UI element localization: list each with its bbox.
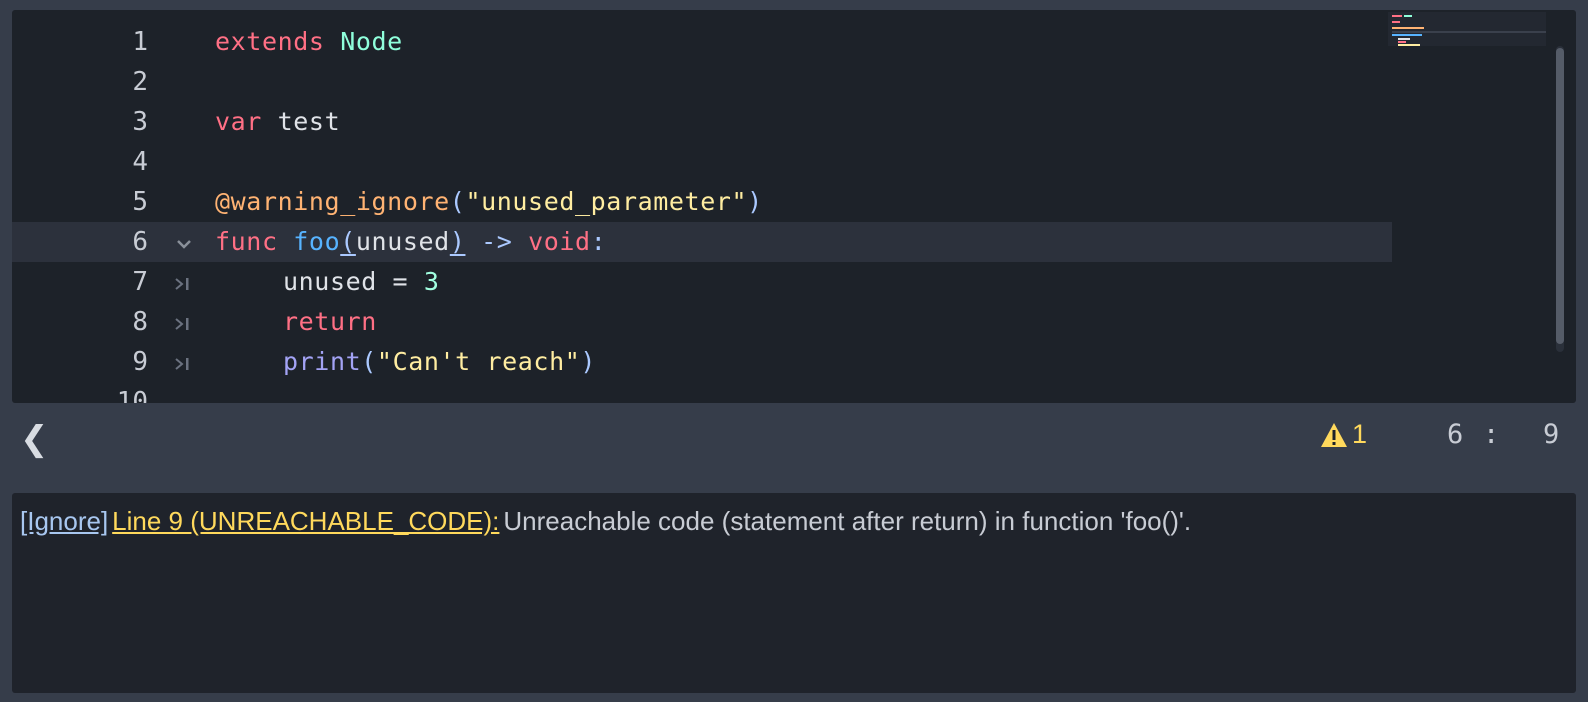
code-text[interactable]: unused = 3 (215, 262, 440, 302)
code-line[interactable]: 9 print("Can't reach") (12, 342, 1576, 382)
line-number: 1 (132, 27, 148, 57)
code-token: extends (215, 27, 325, 56)
code-text[interactable]: var test (215, 102, 340, 142)
code-editor[interactable]: 1 extends Node 2 3 var test 4 5 @warning_ignore… (12, 10, 1576, 403)
warning-message: Unreachable code (statement after return… (503, 506, 1192, 536)
code-token: 3 (423, 267, 440, 296)
tab-indent-icon (172, 302, 196, 342)
warnings-panel: [Ignore] Line 9 (UNREACHABLE_CODE): Unreac… (12, 493, 1576, 693)
line-number: 4 (132, 147, 148, 177)
line-number: 6 (132, 227, 148, 257)
code-line[interactable]: 8 return (12, 302, 1576, 342)
scrollbar-thumb[interactable] (1556, 48, 1564, 344)
line-number: 2 (132, 67, 148, 97)
tab-indent-icon (172, 262, 196, 302)
status-bar: ❮ 1 6 : 9 (0, 403, 1588, 483)
warning-message-row: [Ignore] Line 9 (UNREACHABLE_CODE): Unreac… (20, 501, 1191, 541)
code-token: void (528, 227, 591, 256)
warning-line-link[interactable]: Line 9 (UNREACHABLE_CODE): (112, 506, 499, 536)
code-text[interactable]: return (215, 302, 377, 342)
code-token: ) (580, 347, 597, 376)
code-token: Node (340, 27, 403, 56)
line-number: 9 (132, 347, 148, 377)
code-line[interactable]: 2 (12, 62, 1576, 102)
line-number: 10 (116, 387, 148, 403)
code-line[interactable]: 5 @warning_ignore("unused_parameter") (12, 182, 1576, 222)
code-token: foo (293, 227, 341, 256)
code-token: print (283, 347, 362, 376)
code-token: func (215, 227, 278, 256)
cursor-column: 9 (1543, 419, 1560, 450)
code-line[interactable]: 1 extends Node (12, 22, 1576, 62)
ignore-link[interactable]: [Ignore] (20, 506, 108, 536)
line-number: 8 (132, 307, 148, 337)
code-token: var (215, 107, 262, 136)
code-area[interactable]: 1 extends Node 2 3 var test 4 5 @warning_ignore… (12, 22, 1576, 403)
warning-triangle-icon (1321, 422, 1347, 447)
code-token: ) (747, 187, 763, 216)
code-token: ( (340, 227, 356, 256)
code-text[interactable]: extends Node (215, 22, 403, 62)
code-token: unused (355, 227, 450, 256)
code-token: ( (361, 347, 377, 376)
minimap[interactable] (1388, 12, 1546, 46)
warning-count: 1 (1352, 419, 1368, 449)
code-token: ( (449, 187, 466, 216)
line-number: 7 (132, 267, 148, 297)
warning-count-button[interactable]: 1 (1320, 419, 1367, 450)
code-token: unused = (283, 267, 424, 296)
chevron-left-icon[interactable]: ❮ (20, 419, 49, 459)
code-line[interactable]: 4 (12, 142, 1576, 182)
line-number: 3 (132, 107, 148, 137)
code-token: test (261, 107, 341, 136)
code-token: return (283, 307, 377, 336)
code-text[interactable]: @warning_ignore("unused_parameter") (215, 182, 763, 222)
code-token: "Can't reach" (376, 347, 581, 376)
code-token: : (590, 227, 607, 256)
code-line[interactable]: 3 var test (12, 102, 1576, 142)
cursor-line: 6 (1447, 419, 1464, 450)
code-text[interactable]: print("Can't reach") (215, 342, 596, 382)
chevron-down-icon[interactable] (172, 222, 196, 262)
code-line[interactable]: 7 unused = 3 (12, 262, 1576, 302)
code-line[interactable]: 10 (12, 382, 1576, 403)
code-token: ) (449, 227, 466, 256)
line-number: 5 (132, 187, 148, 217)
code-token: -> (465, 227, 529, 256)
code-line[interactable]: 6 func foo(unused) -> void: (12, 222, 1392, 262)
tab-indent-icon (172, 342, 196, 382)
cursor-separator: : (1483, 419, 1500, 450)
code-token: @warning_ignore (215, 187, 450, 216)
code-text[interactable]: func foo(unused) -> void: (215, 222, 606, 262)
code-token: "unused_parameter" (465, 187, 748, 216)
